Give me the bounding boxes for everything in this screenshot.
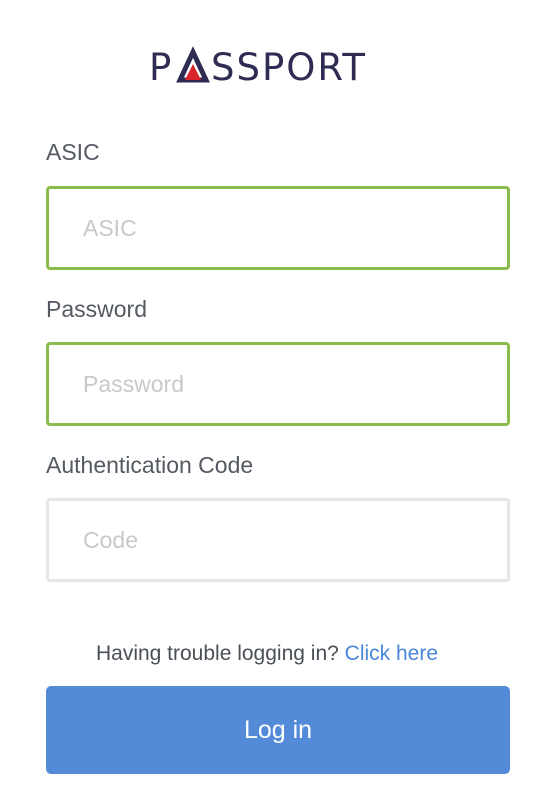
passport-logo-mark: P SSPORT <box>149 46 367 88</box>
password-label: Password <box>46 296 147 322</box>
login-help: Having trouble logging in? Click here <box>0 640 534 668</box>
login-button[interactable]: Log in <box>46 686 510 774</box>
login-help-link[interactable]: Click here <box>345 642 438 665</box>
passport-logo: P SSPORT <box>0 44 534 88</box>
asic-input[interactable] <box>46 186 510 270</box>
svg-text:P: P <box>149 46 173 88</box>
svg-text:SSPORT: SSPORT <box>211 46 367 88</box>
authentication-code-label: Authentication Code <box>46 452 254 478</box>
login-help-text: Having trouble logging in? <box>95 642 339 665</box>
authentication-code-input[interactable] <box>46 498 510 582</box>
password-input[interactable] <box>46 342 510 426</box>
asic-label: ASIC <box>46 139 100 165</box>
